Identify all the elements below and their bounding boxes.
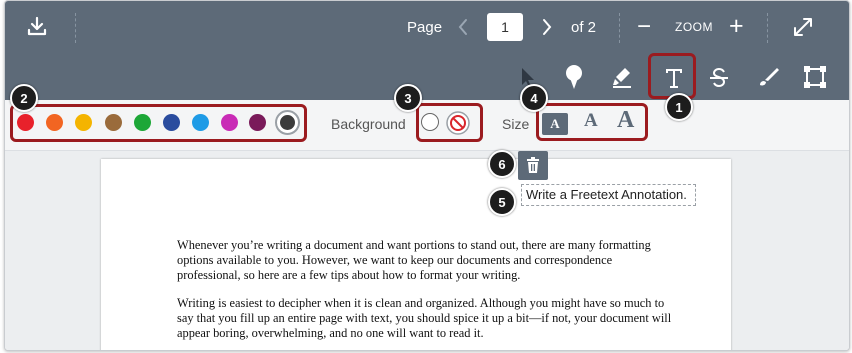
callout-badge-6: 6	[488, 150, 516, 178]
annotation-window: Page 1 of 2 − ZOOM + Background Size A A…	[4, 0, 850, 351]
page-label: Page	[407, 19, 443, 36]
pin-icon[interactable]	[563, 64, 585, 90]
highlighter-icon[interactable]	[611, 65, 633, 89]
background-label: Background	[331, 116, 406, 132]
document-canvas: Whenever you’re writing a document and w…	[5, 151, 849, 350]
callout-highlight-colors	[10, 104, 307, 142]
previous-page-icon[interactable]	[455, 17, 471, 37]
callout-badge-5: 5	[488, 188, 516, 216]
document-paragraph: Whenever you’re writing a document and w…	[177, 238, 651, 283]
download-icon[interactable]	[25, 15, 49, 39]
zoom-out-button[interactable]: −	[637, 13, 651, 41]
delete-annotation-button[interactable]	[518, 151, 548, 180]
top-toolbar: Page 1 of 2 − ZOOM +	[5, 1, 849, 55]
callout-badge-2: 2	[10, 84, 38, 112]
fullscreen-icon[interactable]	[791, 15, 815, 39]
toolbar-divider	[767, 13, 769, 43]
callout-highlight-size	[536, 103, 648, 141]
page-number-input[interactable]: 1	[487, 13, 523, 41]
page-count: of 2	[571, 19, 597, 36]
area-icon[interactable]	[803, 65, 827, 89]
callout-badge-4: 4	[520, 84, 548, 112]
toolbar-divider	[619, 13, 621, 43]
size-label: Size	[502, 116, 530, 132]
next-page-icon[interactable]	[539, 17, 555, 37]
callout-highlight-background	[416, 103, 483, 142]
annotation-tools-bar	[5, 55, 849, 100]
document-paragraph: Writing is easiest to decipher when it i…	[177, 296, 672, 341]
callout-badge-1: 1	[665, 93, 693, 121]
callout-highlight-text-tool	[648, 53, 696, 99]
strikeout-icon[interactable]	[707, 66, 731, 90]
zoom-label: ZOOM	[675, 20, 713, 34]
toolbar-divider	[75, 13, 77, 43]
callout-badge-3: 3	[394, 84, 422, 112]
draw-icon[interactable]	[757, 65, 781, 89]
zoom-in-button[interactable]: +	[729, 12, 744, 41]
freetext-annotation[interactable]: Write a Freetext Annotation.	[521, 184, 696, 206]
